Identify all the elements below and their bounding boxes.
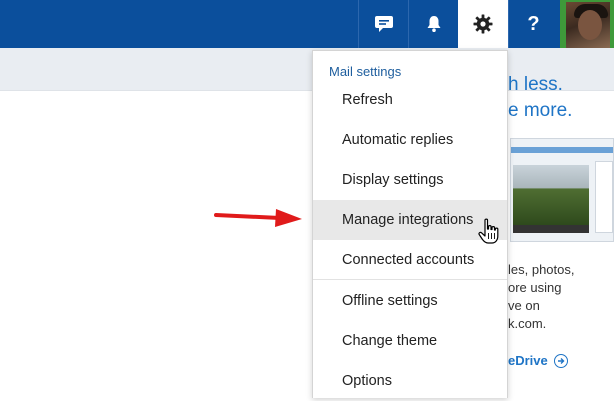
menu-item-offline-settings[interactable]: Offline settings — [313, 281, 507, 321]
bell-icon — [427, 16, 440, 32]
user-avatar[interactable] — [560, 0, 614, 48]
ad-onedrive-link[interactable]: eDrive — [508, 353, 568, 368]
notifications-button[interactable] — [408, 0, 458, 48]
avatar-photo — [566, 2, 610, 48]
menu-divider — [313, 279, 507, 280]
ad-screenshot-image — [510, 138, 614, 242]
menu-item-options[interactable]: Options — [313, 361, 507, 401]
ad-headline-2: e more. — [508, 100, 573, 121]
arrow-right-circle-icon — [553, 353, 568, 368]
help-button[interactable]: ? — [508, 0, 558, 48]
hand-pointer-cursor-icon — [478, 218, 499, 244]
ad-text-line: ore using — [508, 280, 562, 295]
top-navigation-bar: ? — [0, 0, 614, 48]
gear-icon — [473, 14, 493, 34]
menu-item-change-theme[interactable]: Change theme — [313, 321, 507, 361]
ad-text-line: ve on — [508, 298, 540, 313]
question-icon: ? — [527, 12, 540, 35]
ad-text-line: les, photos, — [508, 262, 575, 277]
settings-button[interactable] — [458, 0, 508, 48]
ad-headline-1: h less. — [508, 74, 563, 95]
red-arrow-annotation — [214, 209, 302, 227]
ad-text-line: k.com. — [508, 316, 547, 331]
menu-item-display-settings[interactable]: Display settings — [313, 160, 507, 200]
menu-item-automatic-replies[interactable]: Automatic replies — [313, 120, 507, 160]
feedback-button[interactable] — [358, 0, 408, 48]
menu-item-connected-accounts[interactable]: Connected accounts — [313, 240, 507, 280]
menu-header: Mail settings — [329, 64, 402, 79]
ad-link-label: eDrive — [508, 353, 548, 368]
menu-item-refresh[interactable]: Refresh — [313, 80, 507, 120]
chat-bubble-icon — [374, 16, 393, 32]
